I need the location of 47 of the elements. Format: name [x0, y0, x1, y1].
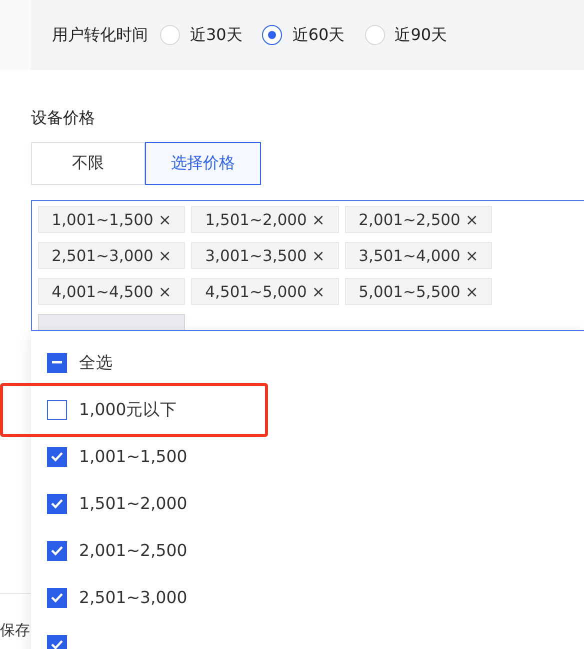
check-icon	[51, 499, 63, 508]
segment-button[interactable]: 不限	[31, 142, 145, 185]
radio-option[interactable]: 近90天	[364, 24, 448, 46]
option-label: 1,501~2,000	[79, 494, 188, 513]
tag-field[interactable]: 1,001~1,500 × 1,501~2,000 × 2,001~2,500 × 2,501~3,000 × 3,001~3,500 × 3,501~4,000 × 4,001~4,500 × 4,501~5,000 × 5,001~5,500 ×	[31, 200, 584, 331]
check-icon	[51, 593, 63, 602]
checkbox[interactable]	[47, 494, 67, 514]
price-tag[interactable]: 1,001~1,500 ×	[38, 206, 185, 233]
option-label: 1,000元以下	[79, 398, 178, 420]
price-option[interactable]: 2,501~3,000	[31, 574, 584, 621]
option-label: 1,001~1,500	[79, 447, 188, 466]
radio-option[interactable]: 近30天	[160, 24, 242, 46]
price-option[interactable]: 1,501~2,000	[31, 480, 584, 527]
price-option[interactable]: 1,001~1,500	[31, 433, 584, 480]
check-icon	[51, 452, 63, 461]
price-tag[interactable]: 4,001~4,500 ×	[38, 278, 185, 305]
radio-button[interactable]	[262, 25, 282, 45]
checkbox[interactable]	[47, 352, 67, 372]
save-button[interactable]: 保存	[0, 621, 31, 640]
check-icon	[51, 546, 63, 555]
checkbox[interactable]	[47, 634, 67, 649]
filter-label: 用户转化时间	[52, 24, 148, 46]
minus-icon	[52, 361, 62, 364]
option-label: 2,501~3,000	[79, 588, 188, 607]
price-tag[interactable]: 2,001~2,500 ×	[345, 206, 492, 233]
price-tag[interactable]: 3,501~4,000 ×	[345, 242, 492, 269]
price-tag[interactable]: 5,001~5,500 ×	[345, 278, 492, 305]
checkbox[interactable]	[47, 540, 67, 560]
select-all-option[interactable]: 全选	[31, 339, 584, 386]
radio-label: 近90天	[394, 24, 448, 46]
radio-option[interactable]: 近60天	[262, 24, 345, 46]
section-title: 设备价格	[31, 107, 96, 129]
price-option[interactable]: 1,000元以下	[31, 386, 584, 433]
segment-button[interactable]: 选择价格	[145, 142, 261, 185]
price-tag[interactable]: 4,501~5,000 ×	[191, 278, 339, 305]
check-icon	[51, 640, 63, 649]
price-tag[interactable]: 2,501~3,000 ×	[38, 242, 185, 269]
checkbox[interactable]	[47, 588, 67, 608]
checkbox[interactable]	[47, 446, 67, 466]
option-label: 2,001~2,500	[79, 541, 188, 560]
price-option[interactable]: 2,001~2,500	[31, 527, 584, 574]
price-tag[interactable]: 1,501~2,000 ×	[191, 206, 339, 233]
checkbox[interactable]	[47, 400, 67, 420]
radio-label: 近60天	[292, 24, 345, 46]
price-tag[interactable]: 3,001~3,500 ×	[191, 242, 339, 269]
radio-label: 近30天	[190, 24, 242, 46]
option-label: 全选	[79, 352, 113, 374]
